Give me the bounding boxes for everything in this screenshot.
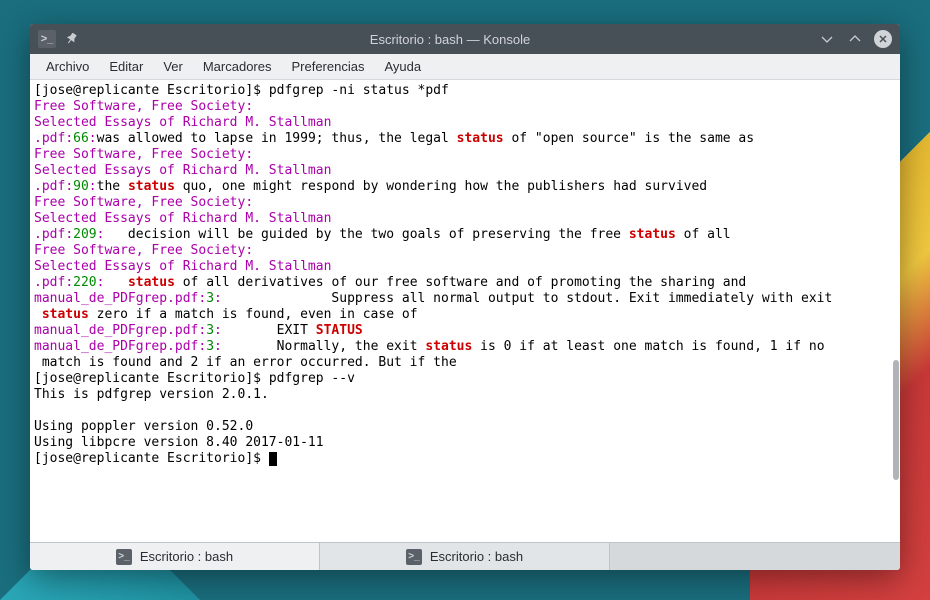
maximize-icon[interactable] xyxy=(846,30,864,48)
line-number: 209 xyxy=(73,227,96,242)
match: status xyxy=(425,339,472,354)
cursor xyxy=(269,452,277,466)
menu-editar[interactable]: Editar xyxy=(101,57,151,76)
line-number: 66 xyxy=(73,131,89,146)
file: manual_de_PDFgrep.pdf xyxy=(34,339,198,354)
scrollbar-thumb[interactable] xyxy=(893,360,899,480)
tab-2[interactable]: >_ Escritorio : bash xyxy=(320,543,610,570)
tab-1[interactable]: >_ Escritorio : bash xyxy=(30,543,320,570)
line-number: 90 xyxy=(73,179,89,194)
output-line: Using libpcre version 8.40 2017-01-11 xyxy=(34,435,324,450)
match: status xyxy=(629,227,676,242)
konsole-window: >_ Escritorio : bash — Konsole Archivo E… xyxy=(30,24,900,570)
tabbar: >_ Escritorio : bash >_ Escritorio : bas… xyxy=(30,542,900,570)
output-line: match is found and 2 if an error occurre… xyxy=(34,355,457,370)
match: status xyxy=(457,131,504,146)
output-line: Using poppler version 0.52.0 xyxy=(34,419,253,434)
terminal-icon: >_ xyxy=(116,549,132,565)
prompt: [jose@replicante Escritorio]$ xyxy=(34,371,269,386)
output-line: Free Software, Free Society: xyxy=(34,99,253,114)
menu-preferencias[interactable]: Preferencias xyxy=(283,57,372,76)
file: .pdf xyxy=(34,179,65,194)
match: STATUS xyxy=(316,323,363,338)
file: .pdf xyxy=(34,275,65,290)
titlebar[interactable]: >_ Escritorio : bash — Konsole xyxy=(30,24,900,54)
line-number: 3 xyxy=(206,291,214,306)
match: status xyxy=(42,307,89,322)
output-line: Free Software, Free Society: xyxy=(34,147,253,162)
file: manual_de_PDFgrep.pdf xyxy=(34,323,198,338)
scrollbar[interactable] xyxy=(888,80,900,542)
app-icon: >_ xyxy=(38,30,56,48)
minimize-icon[interactable] xyxy=(818,30,836,48)
menu-ver[interactable]: Ver xyxy=(155,57,191,76)
pin-icon[interactable] xyxy=(64,30,82,48)
menu-ayuda[interactable]: Ayuda xyxy=(376,57,429,76)
menubar: Archivo Editar Ver Marcadores Preferenci… xyxy=(30,54,900,80)
menu-archivo[interactable]: Archivo xyxy=(38,57,97,76)
output-line: Selected Essays of Richard M. Stallman xyxy=(34,211,331,226)
output-line: Free Software, Free Society: xyxy=(34,195,253,210)
output-line: Selected Essays of Richard M. Stallman xyxy=(34,259,331,274)
output-line: Selected Essays of Richard M. Stallman xyxy=(34,115,331,130)
file: .pdf xyxy=(34,227,65,242)
match: status xyxy=(128,179,175,194)
command: pdfgrep --v xyxy=(269,371,355,386)
terminal-icon: >_ xyxy=(406,549,422,565)
window-title: Escritorio : bash — Konsole xyxy=(82,32,818,47)
terminal-output[interactable]: [jose@replicante Escritorio]$ pdfgrep -n… xyxy=(30,80,900,542)
menu-marcadores[interactable]: Marcadores xyxy=(195,57,280,76)
file: .pdf xyxy=(34,131,65,146)
file: manual_de_PDFgrep.pdf xyxy=(34,291,198,306)
tab-label: Escritorio : bash xyxy=(140,549,233,564)
close-icon[interactable] xyxy=(874,30,892,48)
line-number: 3 xyxy=(206,323,214,338)
tab-label: Escritorio : bash xyxy=(430,549,523,564)
output-line: Free Software, Free Society: xyxy=(34,243,253,258)
command: pdfgrep -ni status *pdf xyxy=(269,83,449,98)
prompt: [jose@replicante Escritorio]$ xyxy=(34,451,269,466)
line-number: 220 xyxy=(73,275,96,290)
output-line: Selected Essays of Richard M. Stallman xyxy=(34,163,331,178)
output-line: This is pdfgrep version 2.0.1. xyxy=(34,387,269,402)
match: status xyxy=(128,275,175,290)
prompt: [jose@replicante Escritorio]$ xyxy=(34,83,269,98)
line-number: 3 xyxy=(206,339,214,354)
